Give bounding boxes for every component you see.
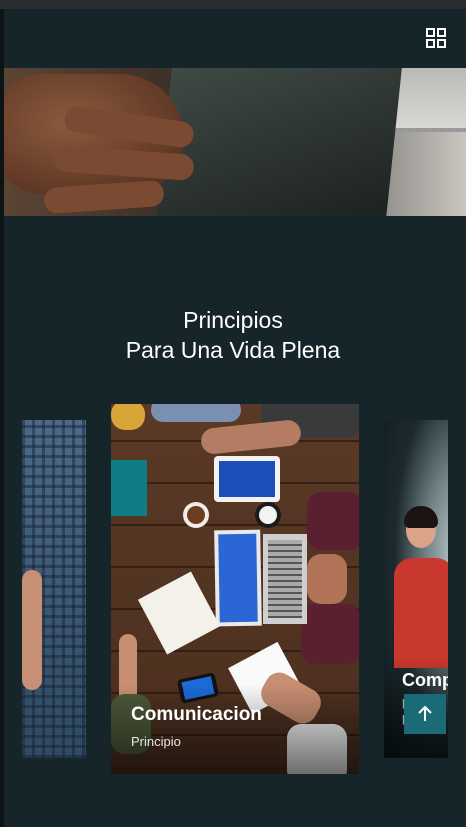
card-title: Comunicacion — [131, 704, 262, 725]
carousel-card-comunicacion[interactable]: Comunicacion Principio — [111, 404, 359, 774]
grid-menu-icon[interactable] — [426, 28, 446, 48]
scroll-to-top-button[interactable] — [404, 694, 446, 734]
arrow-up-icon — [418, 705, 432, 721]
card-subtitle: Principio — [131, 734, 181, 749]
section-title-line2: Para Una Vida Plena — [125, 337, 341, 363]
card-title: Comp — [402, 670, 448, 690]
hero-image — [4, 68, 466, 216]
top-status-strip — [0, 0, 466, 9]
section-title-line1: Principios — [183, 307, 283, 333]
carousel-card-prev[interactable] — [22, 420, 86, 758]
site-header — [4, 9, 466, 68]
